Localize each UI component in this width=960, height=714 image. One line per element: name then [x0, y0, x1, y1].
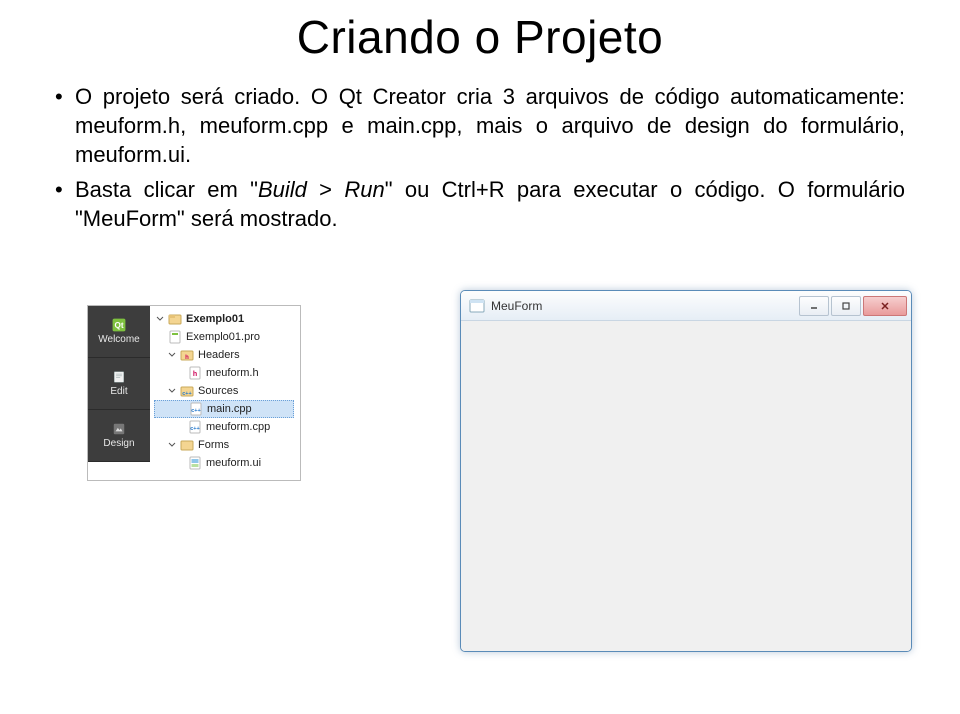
- bullet-2-build: Build: [258, 177, 307, 202]
- tree-meuform-cpp[interactable]: c++ meuform.cpp: [154, 418, 294, 436]
- tree-headers-label: Headers: [198, 349, 240, 361]
- folder-icon: c++: [180, 384, 194, 398]
- folder-icon: h: [180, 348, 194, 362]
- mode-design[interactable]: Design: [88, 410, 150, 462]
- h-file-icon: h: [188, 366, 202, 380]
- tree-project[interactable]: Exemplo01: [154, 310, 294, 328]
- chevron-down-icon: [168, 387, 176, 395]
- bullet-1-text: O projeto será criado. O Qt Creator cria…: [75, 84, 905, 167]
- svg-text:c++: c++: [190, 426, 199, 432]
- design-icon: [112, 422, 126, 436]
- slide-title: Criando o Projeto: [55, 10, 905, 64]
- qt-logo-icon: Qt: [112, 318, 126, 332]
- mode-edit[interactable]: Edit: [88, 358, 150, 410]
- bullet-1: O projeto será criado. O Qt Creator cria…: [55, 82, 905, 169]
- svg-text:c++: c++: [191, 408, 200, 414]
- chevron-down-icon: [156, 315, 164, 323]
- window-title: MeuForm: [491, 299, 797, 313]
- bullet-list: O projeto será criado. O Qt Creator cria…: [55, 82, 905, 233]
- close-icon: [880, 301, 890, 311]
- tree-pro-file-label: Exemplo01.pro: [186, 331, 260, 343]
- mode-edit-label: Edit: [110, 386, 127, 397]
- bullet-2-b: >: [307, 177, 345, 202]
- minimize-icon: [809, 301, 819, 311]
- project-tree: Exemplo01 Exemplo01.pro h Headers h meuf…: [150, 306, 300, 480]
- window-titlebar[interactable]: MeuForm: [461, 291, 911, 321]
- mode-design-label: Design: [103, 438, 134, 449]
- window-body: [461, 321, 911, 651]
- svg-text:Qt: Qt: [114, 321, 123, 330]
- bullet-2: Basta clicar em "Build > Run" ou Ctrl+R …: [55, 175, 905, 233]
- window-buttons: [797, 296, 907, 316]
- svg-text:h: h: [185, 355, 189, 361]
- tree-ui-file-label: meuform.ui: [206, 457, 261, 469]
- ui-file-icon: [188, 456, 202, 470]
- tree-sources-label: Sources: [198, 385, 238, 397]
- svg-text:h: h: [193, 371, 197, 378]
- tree-sources[interactable]: c++ Sources: [154, 382, 294, 400]
- tree-pro-file[interactable]: Exemplo01.pro: [154, 328, 294, 346]
- maximize-button[interactable]: [831, 296, 861, 316]
- mode-welcome[interactable]: Qt Welcome: [88, 306, 150, 358]
- app-icon: [469, 298, 485, 314]
- cpp-file-icon: c++: [188, 420, 202, 434]
- maximize-icon: [841, 301, 851, 311]
- cpp-file-icon: c++: [189, 402, 203, 416]
- tree-meuform-cpp-label: meuform.cpp: [206, 421, 270, 433]
- pro-file-icon: [168, 330, 182, 344]
- mode-welcome-label: Welcome: [98, 334, 140, 345]
- tree-main-cpp-label: main.cpp: [207, 403, 252, 415]
- tree-header-file[interactable]: h meuform.h: [154, 364, 294, 382]
- tree-header-file-label: meuform.h: [206, 367, 259, 379]
- folder-icon: [180, 438, 194, 452]
- svg-text:c++: c++: [182, 391, 191, 397]
- tree-forms-label: Forms: [198, 439, 229, 451]
- minimize-button[interactable]: [799, 296, 829, 316]
- tree-ui-file[interactable]: meuform.ui: [154, 454, 294, 472]
- tree-headers[interactable]: h Headers: [154, 346, 294, 364]
- qtcreator-panel: Qt Welcome Edit Design Exemplo01 Exemplo…: [87, 305, 301, 481]
- bullet-2-run: Run: [344, 177, 384, 202]
- tree-forms[interactable]: Forms: [154, 436, 294, 454]
- close-button[interactable]: [863, 296, 907, 316]
- tree-main-cpp[interactable]: c++ main.cpp: [154, 400, 294, 418]
- chevron-down-icon: [168, 351, 176, 359]
- chevron-down-icon: [168, 441, 176, 449]
- tree-project-label: Exemplo01: [186, 313, 244, 325]
- mode-bar: Qt Welcome Edit Design: [88, 306, 150, 462]
- meuform-window: MeuForm: [460, 290, 912, 652]
- project-icon: [168, 312, 182, 326]
- bullet-2-a: Basta clicar em ": [75, 177, 258, 202]
- edit-icon: [112, 370, 126, 384]
